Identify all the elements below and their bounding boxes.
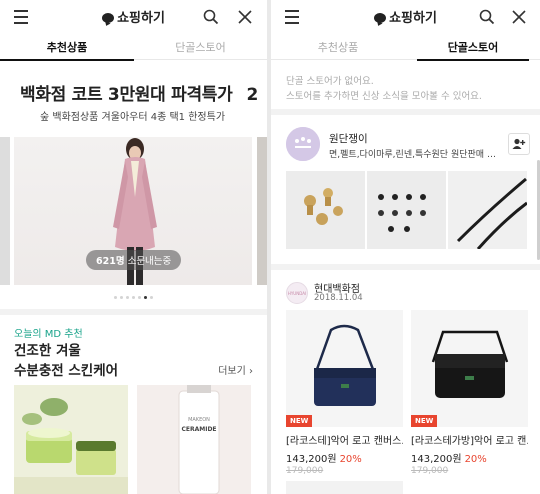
app-title: 쇼핑하기 [0, 7, 267, 26]
prev-slide-peek[interactable] [0, 137, 10, 285]
rivets-image [286, 171, 365, 249]
product-image: NEW [286, 310, 403, 427]
elastic-band-image [448, 171, 527, 249]
app-title: 쇼핑하기 [271, 7, 540, 26]
chevron-right-icon: › [249, 366, 253, 377]
product-card[interactable]: NEW [라코스테가방]악어 로고 캔... 143,200원 20% 179,0… [411, 310, 528, 476]
tab-recommended[interactable]: 추천상품 [0, 34, 134, 61]
original-price: 179,000 [411, 466, 449, 476]
discount-rate: 20% [464, 454, 487, 465]
store-logo[interactable]: HYUNDAI [286, 282, 308, 304]
cream-product-image [14, 398, 128, 494]
store-name[interactable]: 원단쟁이 [329, 131, 368, 146]
section-divider [271, 109, 540, 115]
product-price: 143,200원 20% [411, 454, 487, 465]
product-name[interactable]: [라코스테가방]악어 로고 캔... [411, 432, 528, 447]
carousel-dot[interactable] [150, 296, 153, 299]
ceramide-product-image: MAKEON CERAMIDE [178, 385, 220, 494]
carousel-dot[interactable] [120, 296, 123, 299]
store-logo-image [286, 127, 320, 161]
search-icon[interactable] [200, 6, 222, 28]
chat-bubble-icon [102, 13, 115, 23]
section-divider [271, 264, 540, 270]
section-divider [0, 309, 267, 315]
tab-favorite-stores[interactable]: 단골스토어 [417, 34, 529, 61]
add-friend-button[interactable] [508, 133, 530, 155]
carousel-dot[interactable] [138, 296, 141, 299]
store-description: 면,펠트,다이마루,린넨,특수원단 원단판매 전... [329, 150, 499, 160]
product-card[interactable]: NEW [라코스테]악어 로고 캔버스... 143,200원 20% 179,0… [286, 310, 403, 476]
next-promo-peek: 2 [246, 85, 258, 105]
svg-text:MAKEON: MAKEON [188, 417, 210, 423]
product-image: NEW [411, 310, 528, 427]
product-price: 143,200원 20% [286, 454, 362, 465]
close-icon[interactable] [234, 6, 256, 28]
discount-rate: 20% [339, 454, 362, 465]
new-badge: NEW [411, 415, 438, 427]
carousel-dot[interactable] [126, 296, 129, 299]
empty-store-notice: 단골 스토어가 없어요. 스토어를 추가하면 신상 소식을 모아볼 수 있어요. [286, 76, 482, 102]
product-card-cream[interactable] [14, 385, 128, 494]
tab-bar: 추천상품 단골스토어 [271, 34, 540, 61]
promo-subtitle: 숲 백화점상품 겨울아우터 4종 택1 한정특가 [40, 112, 226, 123]
product-name[interactable]: [라코스테]악어 로고 캔버스... [286, 432, 403, 447]
messenger-bag-image [431, 330, 509, 398]
carousel-dots [0, 296, 267, 299]
favorite-stores-panel: 쇼핑하기 추천상품 단골스토어 단골 스토어가 없어요. 스토어를 추가하면 신… [271, 0, 540, 494]
close-icon[interactable] [508, 6, 530, 28]
tab-bar: 추천상품 단골스토어 [0, 34, 267, 61]
next-product-card-peek[interactable] [286, 481, 403, 494]
promo-image[interactable]: 621명 소문내는중 [14, 137, 252, 285]
svg-text:CERAMIDE: CERAMIDE [181, 426, 216, 433]
store-thumbnail-snaps[interactable] [367, 171, 446, 249]
snaps-image [367, 171, 446, 249]
search-icon[interactable] [476, 6, 498, 28]
store-date: 2018.11.04 [314, 293, 363, 303]
chat-bubble-icon [374, 13, 387, 23]
more-link[interactable]: 더보기 › [218, 362, 253, 377]
carousel-dot-active[interactable] [144, 296, 147, 299]
store-thumbnail-band[interactable] [448, 171, 527, 249]
new-badge: NEW [286, 415, 313, 427]
carousel-dot[interactable] [114, 296, 117, 299]
next-slide-peek[interactable] [257, 137, 267, 285]
top-bar: 쇼핑하기 [271, 0, 540, 34]
md-recommend-tag: 오늘의 MD 추천 [14, 329, 83, 340]
store-logo[interactable] [286, 127, 320, 161]
tab-recommended[interactable]: 추천상품 [271, 34, 405, 60]
md-section-title: 건조한 겨울 수분충전 스킨케어 [14, 343, 119, 379]
original-price: 179,000 [286, 466, 324, 476]
promo-title: 백화점 코트 3만원대 파격특가 2 [20, 85, 258, 105]
recommended-products-panel: 쇼핑하기 추천상품 단골스토어 백화점 코트 3만원대 파격특가 2 숲 백화점상… [0, 0, 267, 494]
crossbody-bag-image [314, 324, 376, 406]
top-bar: 쇼핑하기 [0, 0, 267, 34]
carousel-dot[interactable] [132, 296, 135, 299]
product-card-ceramide[interactable]: MAKEON CERAMIDE [137, 385, 251, 494]
store-thumbnail-rivets[interactable] [286, 171, 365, 249]
share-count-badge: 621명 소문내는중 [86, 250, 182, 270]
tab-favorite-stores[interactable]: 단골스토어 [134, 34, 267, 60]
person-add-icon [512, 138, 526, 149]
